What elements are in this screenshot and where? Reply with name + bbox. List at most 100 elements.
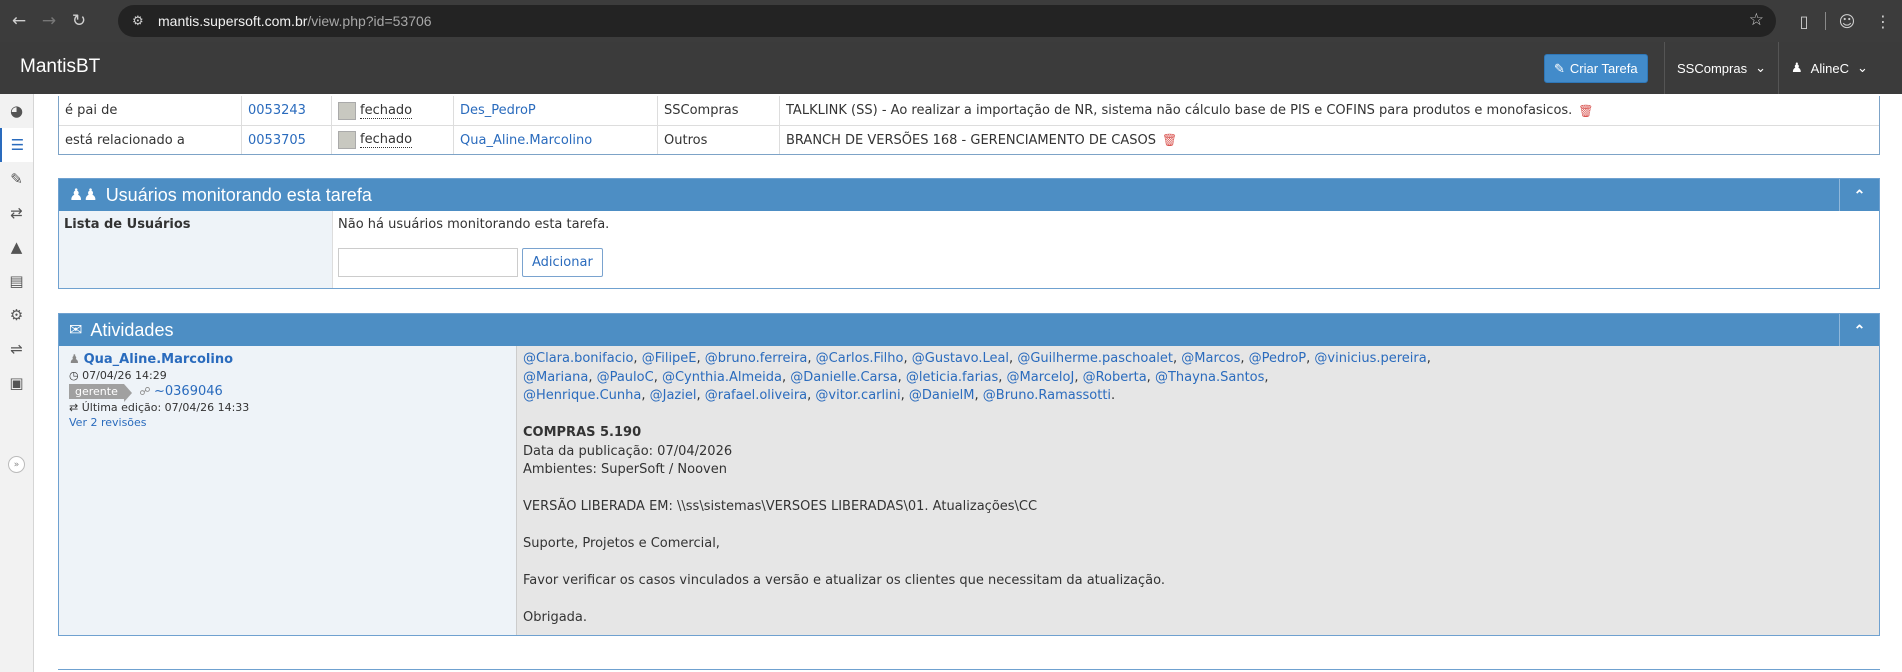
- mention-link[interactable]: @Gustavo.Leal: [912, 351, 1009, 366]
- site-settings-icon[interactable]: ⚙: [132, 14, 158, 29]
- mention-separator: ,: [903, 351, 912, 366]
- project-selector[interactable]: SSCompras ⌄: [1664, 42, 1778, 94]
- mention-link[interactable]: @vinicius.pereira: [1314, 351, 1426, 366]
- app-navbar: MantisBT ✎ Criar Tarefa SSCompras ⌄ ♟ Al…: [0, 42, 1902, 94]
- mention-link[interactable]: @Cynthia.Almeida: [662, 370, 782, 385]
- mention-link[interactable]: @Carlos.Filho: [816, 351, 904, 366]
- bookmark-star-icon[interactable]: ☆: [1749, 10, 1764, 30]
- add-monitor-button[interactable]: Adicionar: [522, 248, 603, 277]
- url-host: mantis.supersoft.com.br: [158, 13, 308, 29]
- dashboard-icon[interactable]: ◕: [0, 94, 33, 128]
- mention-separator: ,: [696, 351, 705, 366]
- table-row: é pai de 0053243 fechado Des_PedroP SSCo…: [59, 96, 1879, 125]
- url-path: /view.php?id=53706: [307, 13, 432, 29]
- mention-link[interactable]: @leticia.farias: [906, 370, 998, 385]
- link-icon: ☍: [139, 385, 151, 398]
- roadmap-icon[interactable]: ▲: [0, 230, 33, 264]
- mention-link[interactable]: @Jaziel: [650, 388, 697, 403]
- manage-gears-icon[interactable]: ⚙: [0, 298, 33, 332]
- handler-link[interactable]: Qua_Aline.Marcolino: [460, 133, 592, 148]
- mention-separator: ,: [1146, 369, 1155, 385]
- mention-separator: ,: [1264, 369, 1269, 385]
- mention-link[interactable]: @PedroP: [1249, 351, 1306, 366]
- sidebar-expand-icon[interactable]: »: [8, 456, 25, 473]
- back-icon[interactable]: ←: [4, 6, 34, 36]
- view-revisions-link[interactable]: Ver 2 revisões: [69, 416, 147, 429]
- mention-separator: ,: [653, 369, 662, 385]
- trash-icon[interactable]: 🗑: [1578, 104, 1593, 118]
- mention-link[interactable]: @FilipeE: [642, 351, 697, 366]
- shuffle-icon[interactable]: ⇌: [0, 332, 33, 366]
- mention-separator: ,: [641, 388, 650, 403]
- mention-link[interactable]: @Bruno.Ramassotti: [983, 388, 1111, 403]
- activities-widget: ✉ Atividades ⌃ ♟ Qua_Aline.Marcolino ◷ 0…: [58, 313, 1880, 636]
- forward-icon[interactable]: →: [34, 6, 64, 36]
- no-monitors-text: Não há usuários monitorando esta tarefa.: [338, 217, 610, 232]
- mention-separator: .: [1111, 388, 1116, 403]
- trash-icon[interactable]: 🗑: [1162, 133, 1177, 147]
- mention-link[interactable]: @PauloC: [597, 370, 654, 385]
- activities-title: Atividades: [90, 319, 174, 340]
- note-entry: ♟ Qua_Aline.Marcolino ◷ 07/04/26 14:29 g…: [59, 346, 1879, 635]
- mention-link[interactable]: @Roberta: [1083, 370, 1147, 385]
- activities-header: ✉ Atividades ⌃: [59, 314, 1879, 346]
- last-edit-text: Última edição: 07/04/26 14:33: [81, 401, 250, 414]
- user-name: AlineC: [1810, 60, 1849, 76]
- user-menu[interactable]: ♟ AlineC ⌄: [1778, 42, 1868, 94]
- report-issue-icon[interactable]: ✎: [0, 162, 33, 196]
- closing-text: Obrigada.: [523, 610, 588, 625]
- collapse-chevron-up-icon[interactable]: ⌃: [1839, 179, 1879, 211]
- role-badge: gerente: [69, 384, 132, 402]
- brand-logo[interactable]: MantisBT: [20, 56, 100, 78]
- mention-link[interactable]: @Guilherme.paschoalet: [1017, 351, 1173, 366]
- create-task-label: Criar Tarefa: [1569, 61, 1638, 76]
- environments-text: Ambientes: SuperSoft / Nooven: [523, 462, 727, 477]
- note-id-link[interactable]: ~0369046: [154, 384, 223, 399]
- mention-link[interactable]: @Danielle.Carsa: [790, 370, 897, 385]
- relationships-table: é pai de 0053243 fechado Des_PedroP SSCo…: [58, 96, 1880, 155]
- note-author-link[interactable]: Qua_Aline.Marcolino: [84, 352, 233, 367]
- collapse-chevron-up-icon[interactable]: ⌃: [1839, 314, 1879, 346]
- monitoring-title: Usuários monitorando esta tarefa: [105, 184, 372, 205]
- mention-separator: ,: [974, 388, 983, 403]
- extensions-icon[interactable]: ▯: [1789, 6, 1819, 36]
- mention-link[interactable]: @MarceloJ: [1007, 370, 1075, 385]
- mention-link[interactable]: @DanielM: [909, 388, 975, 403]
- view-issues-icon[interactable]: ☰: [0, 128, 33, 162]
- sidebar: ◕ ☰ ✎ ⇄ ▲ ▤ ⚙ ⇌ ▣ »: [0, 94, 34, 672]
- mention-link[interactable]: @Clara.bonifacio: [523, 351, 633, 366]
- profile-icon[interactable]: ☺: [1832, 6, 1862, 36]
- username-input[interactable]: [338, 248, 518, 277]
- status-text: fechado: [360, 132, 413, 148]
- note-date: 07/04/26 14:29: [82, 369, 167, 382]
- monitoring-header: ♟♟ Usuários monitorando esta tarefa ⌃: [59, 179, 1879, 211]
- handler-link[interactable]: Des_PedroP: [460, 103, 536, 118]
- summary-chart-icon[interactable]: ▤: [0, 264, 33, 298]
- issue-id-link[interactable]: 0053705: [248, 133, 306, 148]
- mention-separator: ,: [588, 369, 597, 385]
- address-bar[interactable]: ⚙ mantis.supersoft.com.br/view.php?id=53…: [118, 5, 1776, 37]
- comments-icon: ✉: [69, 322, 83, 339]
- create-task-button[interactable]: ✎ Criar Tarefa: [1544, 54, 1648, 83]
- mention-link[interactable]: @bruno.ferreira: [705, 351, 808, 366]
- mention-link[interactable]: @rafael.oliveira: [705, 388, 807, 403]
- mention-link[interactable]: @Marcos: [1181, 351, 1240, 366]
- mention-link[interactable]: @Henrique.Cunha: [523, 388, 641, 403]
- reload-icon[interactable]: ↻: [64, 6, 94, 36]
- status-color-swatch: [338, 101, 356, 120]
- mention-separator: ,: [807, 351, 816, 366]
- mentions-line-1: @Clara.bonifacio, @FilipeE, @bruno.ferre…: [523, 350, 1873, 369]
- mention-link[interactable]: @vitor.carlini: [815, 388, 900, 403]
- issue-id-link[interactable]: 0053243: [248, 103, 306, 118]
- status-text: fechado: [360, 102, 413, 119]
- release-path-text: VERSÃO LIBERADA EM: \\ss\sistemas\VERSOE…: [523, 499, 1038, 514]
- menu-kebab-icon[interactable]: ⋮: [1868, 6, 1898, 36]
- mention-link[interactable]: @Thayna.Santos: [1155, 370, 1264, 385]
- mention-link[interactable]: @Mariana: [523, 370, 588, 385]
- greeting-text: Suporte, Projetos e Comercial,: [523, 536, 720, 551]
- mentions-line-3: @Henrique.Cunha, @Jaziel, @rafael.olivei…: [523, 387, 1873, 406]
- issue-summary: BRANCH DE VERSÕES 168 - GERENCIAMENTO DE…: [786, 132, 1156, 148]
- plugin-icon[interactable]: ▣: [0, 366, 33, 400]
- mentions-line-2: @Mariana, @PauloC, @Cynthia.Almeida, @Da…: [523, 369, 1873, 388]
- changelog-icon[interactable]: ⇄: [0, 196, 33, 230]
